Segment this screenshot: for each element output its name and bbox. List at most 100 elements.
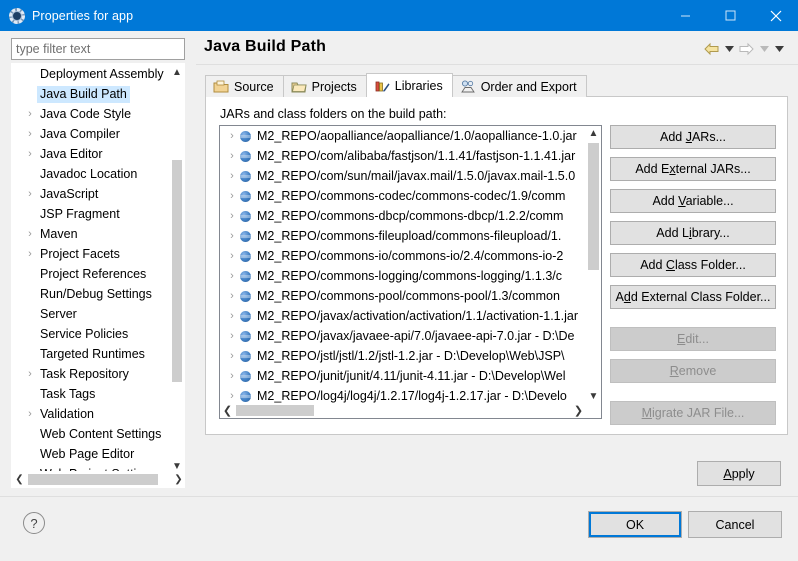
sidebar-item-task-tags[interactable]: Task Tags: [12, 384, 172, 404]
jar-list-item[interactable]: › M2_REPO/aopalliance/aopalliance/1.0/aop…: [220, 126, 587, 146]
chevron-right-icon[interactable]: ›: [24, 244, 36, 264]
list-horizontal-scrollbar[interactable]: ❮ ❯: [220, 403, 601, 418]
sidebar-item-javadoc-location[interactable]: Javadoc Location: [12, 164, 172, 184]
back-arrow-icon[interactable]: [702, 40, 721, 58]
jar-icon: [240, 151, 251, 162]
jar-list-item[interactable]: › M2_REPO/junit/junit/4.11/junit-4.11.jar…: [220, 366, 587, 386]
sidebar-item-web-content-settings[interactable]: Web Content Settings: [12, 424, 172, 444]
chevron-right-icon[interactable]: ›: [226, 286, 238, 306]
jar-list-item[interactable]: › M2_REPO/commons-pool/commons-pool/1.3/c…: [220, 286, 587, 306]
jar-path-label: M2_REPO/jstl/jstl/1.2/jstl-1.2.jar - D:\…: [257, 349, 565, 363]
chevron-right-icon[interactable]: ›: [226, 246, 238, 266]
jar-list-item[interactable]: › M2_REPO/com/alibaba/fastjson/1.1.41/fas…: [220, 146, 587, 166]
chevron-right-icon[interactable]: ›: [226, 186, 238, 206]
sidebar-item-javascript[interactable]: › JavaScript: [12, 184, 172, 204]
sidebar-item-run-debug-settings[interactable]: Run/Debug Settings: [12, 284, 172, 304]
sidebar-item-project-facets[interactable]: › Project Facets: [12, 244, 172, 264]
chevron-right-icon[interactable]: ›: [226, 346, 238, 366]
tab-libraries[interactable]: Libraries: [365, 73, 453, 97]
chevron-right-icon[interactable]: ›: [24, 404, 36, 424]
cancel-button[interactable]: Cancel: [688, 511, 782, 538]
scrollbar-thumb[interactable]: [28, 474, 158, 485]
sidebar-item-deployment-assembly[interactable]: Deployment Assembly: [12, 64, 172, 84]
sidebar-item-maven[interactable]: › Maven: [12, 224, 172, 244]
scrollbar-thumb[interactable]: [236, 405, 314, 416]
jar-list-item[interactable]: › M2_REPO/commons-io/commons-io/2.4/commo…: [220, 246, 587, 266]
chevron-right-icon[interactable]: ›: [24, 144, 36, 164]
jar-list-item[interactable]: › M2_REPO/commons-codec/commons-codec/1.9…: [220, 186, 587, 206]
jar-list-item[interactable]: › M2_REPO/com/sun/mail/javax.mail/1.5.0/j…: [220, 166, 587, 186]
list-vertical-scrollbar[interactable]: ▲ ▼: [586, 126, 601, 404]
sidebar-item-jsp-fragment[interactable]: JSP Fragment: [12, 204, 172, 224]
jar-list-item[interactable]: › M2_REPO/javax/activation/activation/1.1…: [220, 306, 587, 326]
sidebar-item-task-repository[interactable]: › Task Repository: [12, 364, 172, 384]
chevron-right-icon[interactable]: ›: [226, 266, 238, 286]
jar-path-label: M2_REPO/commons-pool/commons-pool/1.3/co…: [257, 289, 560, 303]
chevron-right-icon[interactable]: ›: [24, 104, 36, 124]
chevron-right-icon[interactable]: ›: [24, 184, 36, 204]
jar-list[interactable]: › M2_REPO/aopalliance/aopalliance/1.0/aop…: [219, 125, 602, 419]
chevron-right-icon[interactable]: ›: [24, 224, 36, 244]
forward-arrow-icon[interactable]: [737, 40, 756, 58]
add-jars-button[interactable]: Add JARs...: [610, 125, 776, 149]
tree-horizontal-scrollbar[interactable]: ❮ ❯: [12, 471, 184, 487]
sidebar-item-java-compiler[interactable]: › Java Compiler: [12, 124, 172, 144]
sidebar-item-java-editor[interactable]: › Java Editor: [12, 144, 172, 164]
scroll-up-icon[interactable]: ▲: [170, 64, 184, 80]
chevron-right-icon[interactable]: ›: [226, 126, 238, 146]
sidebar-item-targeted-runtimes[interactable]: Targeted Runtimes: [12, 344, 172, 364]
back-dropdown-chevron-down-icon[interactable]: [722, 40, 736, 58]
tab-source[interactable]: Source: [205, 75, 284, 97]
chevron-right-icon[interactable]: ›: [226, 226, 238, 246]
add-external-class-folder-button[interactable]: Add External Class Folder...: [610, 285, 776, 309]
add-external-jars-button[interactable]: Add External JARs...: [610, 157, 776, 181]
sidebar-item-java-code-style[interactable]: › Java Code Style: [12, 104, 172, 124]
sidebar-item-service-policies[interactable]: Service Policies: [12, 324, 172, 344]
jar-list-item[interactable]: › M2_REPO/javax/javaee-api/7.0/javaee-api…: [220, 326, 587, 346]
sidebar-item-java-build-path[interactable]: Java Build Path: [12, 84, 172, 104]
sidebar-item-project-references[interactable]: Project References: [12, 264, 172, 284]
jar-list-item[interactable]: › M2_REPO/jstl/jstl/1.2/jstl-1.2.jar - D:…: [220, 346, 587, 366]
scroll-down-icon[interactable]: ▼: [586, 389, 601, 404]
scroll-right-icon[interactable]: ❯: [171, 472, 184, 487]
help-icon[interactable]: ?: [23, 512, 45, 534]
tab-order-and-export[interactable]: Order and Export: [451, 75, 587, 97]
chevron-right-icon[interactable]: ›: [226, 366, 238, 386]
forward-dropdown-chevron-down-icon[interactable]: [757, 40, 771, 58]
scrollbar-thumb[interactable]: [172, 160, 182, 382]
apply-button[interactable]: Apply: [697, 461, 781, 486]
chevron-right-icon[interactable]: ›: [24, 364, 36, 384]
chevron-right-icon[interactable]: ›: [24, 124, 36, 144]
sidebar-item-web-page-editor[interactable]: Web Page Editor: [12, 444, 172, 464]
tree-vertical-scrollbar[interactable]: ▲ ▼: [170, 64, 184, 474]
add-variable-button[interactable]: Add Variable...: [610, 189, 776, 213]
search-input[interactable]: [11, 38, 185, 60]
chevron-right-icon[interactable]: ›: [226, 166, 238, 186]
chevron-right-icon[interactable]: ›: [226, 206, 238, 226]
sidebar-item-server[interactable]: Server: [12, 304, 172, 324]
tab-label: Order and Export: [480, 79, 577, 94]
jar-list-item[interactable]: › M2_REPO/commons-fileupload/commons-file…: [220, 226, 587, 246]
jar-list-item[interactable]: › M2_REPO/commons-logging/commons-logging…: [220, 266, 587, 286]
maximize-icon[interactable]: [708, 0, 753, 31]
jar-icon: [240, 311, 251, 322]
view-menu-chevron-down-icon[interactable]: [772, 40, 786, 58]
minimize-icon[interactable]: [663, 0, 708, 31]
jar-list-item[interactable]: › M2_REPO/commons-dbcp/commons-dbcp/1.2.2…: [220, 206, 587, 226]
tab-projects[interactable]: Projects: [282, 75, 367, 97]
chevron-right-icon[interactable]: ›: [226, 306, 238, 326]
close-icon[interactable]: [753, 0, 798, 31]
chevron-right-icon[interactable]: ›: [226, 326, 238, 346]
scroll-up-icon[interactable]: ▲: [586, 126, 601, 141]
scroll-left-icon[interactable]: ❮: [220, 403, 235, 418]
ok-button[interactable]: OK: [588, 511, 682, 538]
chevron-right-icon[interactable]: ›: [226, 386, 238, 404]
scroll-left-icon[interactable]: ❮: [12, 472, 27, 487]
add-library-button[interactable]: Add Library...: [610, 221, 776, 245]
sidebar-item-validation[interactable]: › Validation: [12, 404, 172, 424]
scrollbar-thumb[interactable]: [588, 143, 599, 270]
chevron-right-icon[interactable]: ›: [226, 146, 238, 166]
jar-list-item[interactable]: › M2_REPO/log4j/log4j/1.2.17/log4j-1.2.17…: [220, 386, 587, 404]
add-class-folder-button[interactable]: Add Class Folder...: [610, 253, 776, 277]
scroll-right-icon[interactable]: ❯: [571, 403, 586, 418]
